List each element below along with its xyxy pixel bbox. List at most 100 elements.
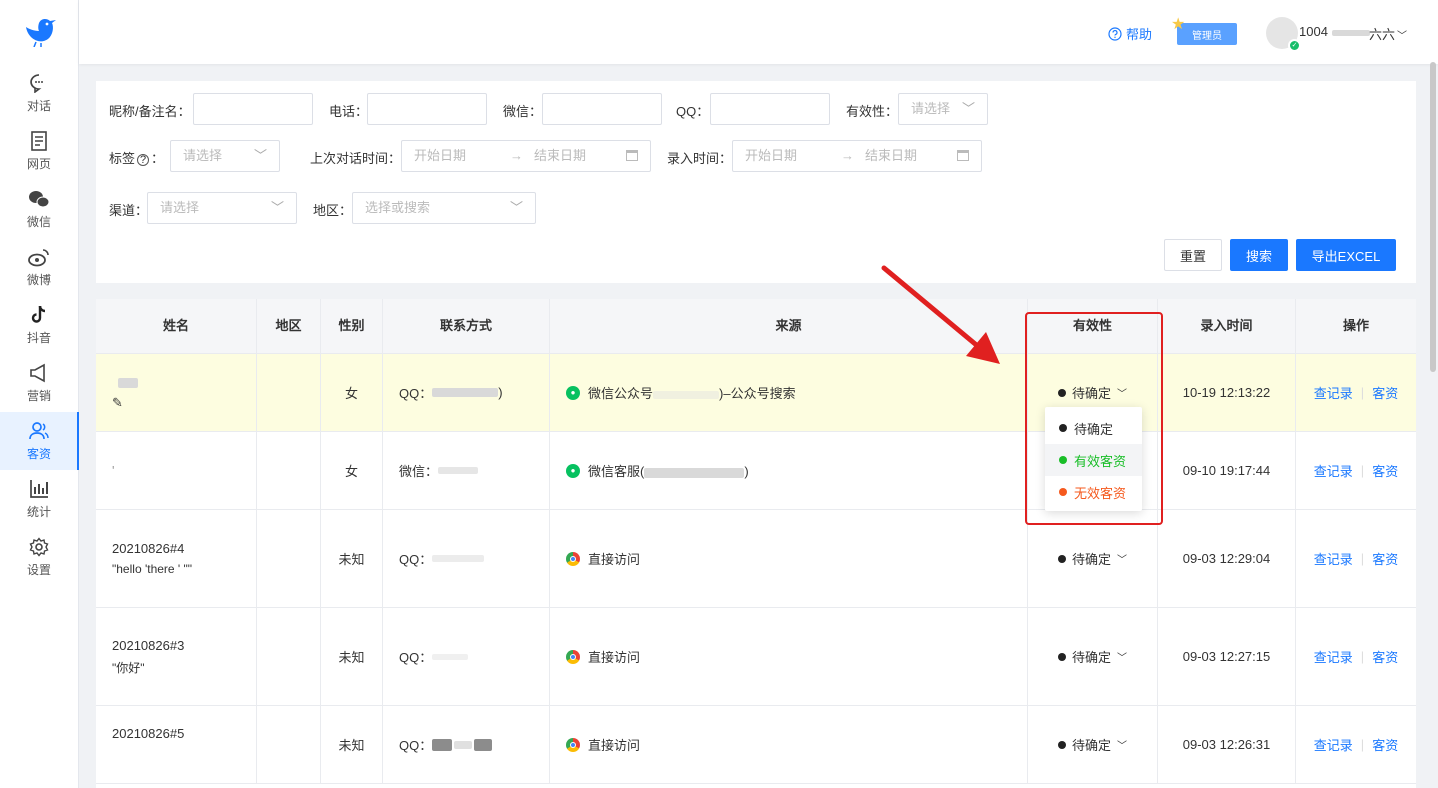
name-cell: 20210826#4 "hello 'there ' "" [96,510,257,607]
tag-select[interactable]: 请选择 ﹀ [170,140,280,172]
actions-cell: 查记录 | 客资 [1296,706,1416,783]
wechat-icon [28,188,50,210]
table-row[interactable]: 20210826#3 "你好" 未知 QQ： 直接访问 待确定 ﹀ 09-03 1… [96,607,1416,705]
chrome-icon [566,737,580,752]
chrome-icon [566,649,580,664]
table-row[interactable]: ✎ 女 QQ：) ● 微信公众号)–公众号搜索 待确定 ﹀ 10-19 12:13… [96,353,1416,431]
help-link[interactable]: 帮助 [1108,24,1152,43]
validity-dropdown-trigger[interactable]: 待确定 ﹀ [1057,647,1127,666]
avatar[interactable]: ✓ [1266,17,1301,52]
entry-time-label: 录入时间： [667,151,733,166]
last-chat-date-range[interactable]: 开始日期 → 结束日期 [401,140,651,172]
sidebar-item-webpage[interactable]: 网页 [0,122,78,180]
validity-select[interactable]: 请选择 ﹀ [898,93,988,125]
sidebar-item-douyin[interactable]: 抖音 [0,296,78,354]
filter-panel: 昵称/备注名： 电话： 微信： QQ： 有效性： 请选择 ﹀ 标签?： 请选择 … [96,81,1416,283]
customer-link[interactable]: 客资 [1372,461,1398,480]
validity-dropdown-trigger[interactable]: 待确定 ﹀ [1057,735,1127,754]
region-cell [257,510,321,607]
actions-cell: 查记录 | 客资 [1296,510,1416,607]
question-circle-icon [1108,26,1122,41]
edit-pencil-icon[interactable]: ✎ [112,395,123,411]
validity-cell: 待确定 ﹀ [1028,510,1158,607]
nickname-input[interactable] [193,93,313,125]
source-cell: ● 微信公众号)–公众号搜索 [550,354,1028,431]
view-records-link[interactable]: 查记录 [1314,735,1353,754]
chevron-down-icon: ﹀ [270,200,284,215]
contact-cell: QQ： [383,608,550,705]
option-invalid[interactable]: 无效客资 [1045,476,1142,508]
validity-dropdown-trigger[interactable]: 待确定 ﹀ [1057,383,1127,402]
table-row[interactable]: 20210826#5 未知 QQ： 直接访问 待确定 ﹀ 09-03 12:26:… [96,705,1416,783]
chat-icon [28,72,50,94]
column-header-entry-time: 录入时间 [1158,299,1296,353]
status-label: 待确定 [1071,650,1111,665]
option-pending[interactable]: 待确定 [1045,412,1142,444]
scrollbar[interactable] [1430,62,1436,372]
entry-time-cell: 09-10 19:17:44 [1158,432,1296,509]
channel-select[interactable]: 请选择 ﹀ [147,192,297,224]
validity-cell: 待确定 ﹀ [1028,608,1158,705]
name-cell: 20210826#3 "你好" [96,608,257,705]
option-valid[interactable]: 有效客资 [1045,444,1142,476]
arrow-right-icon: → [510,148,523,163]
view-records-link[interactable]: 查记录 [1314,549,1353,568]
name-cell: 20210826#5 [96,706,257,783]
actions-cell: 查记录 | 客资 [1296,354,1416,431]
customer-remark: "你好" [112,660,145,675]
chevron-down-icon: ﹀ [253,148,267,163]
sidebar-item-label: 抖音 [26,331,51,345]
search-button[interactable]: 搜索 [1230,239,1288,271]
contact-cell: QQ： [383,706,550,783]
table-row[interactable]: ' 女 微信： ● 微信客服() 09-10 19:17:44 查记录 | 客资 [96,431,1416,509]
gender-cell: 女 [321,432,383,509]
source-label: 直接访问 [588,552,641,567]
entry-time-cell: 09-03 12:26:31 [1158,706,1296,783]
sidebar-item-statistics[interactable]: 统计 [0,470,78,528]
user-menu[interactable]: 六六 ﹀ [1369,24,1407,43]
question-circle-icon[interactable]: ? [137,154,150,166]
customer-link[interactable]: 客资 [1372,735,1398,754]
customer-link[interactable]: 客资 [1372,383,1398,402]
gender-cell: 女 [321,354,383,431]
status-dot [1057,554,1066,563]
calendar-icon [626,150,638,161]
region-select[interactable]: 选择或搜索 ﹀ [352,192,536,224]
sidebar-item-weibo[interactable]: 微博 [0,238,78,296]
sidebar-item-marketing[interactable]: 营销 [0,354,78,412]
user-id: 1004 [1299,24,1370,39]
wechat-label: 微信： [503,104,543,119]
admin-badge-label: 管理员 [1192,30,1222,42]
chevron-down-icon: ﹀ [1117,389,1127,400]
customer-name: 20210826#4 [112,541,185,556]
reset-button[interactable]: 重置 [1164,239,1222,271]
validity-dropdown-trigger[interactable]: 待确定 ﹀ [1057,549,1127,568]
sidebar-item-settings[interactable]: 设置 [0,528,78,586]
customer-link[interactable]: 客资 [1372,647,1398,666]
wechat-input[interactable] [542,93,662,125]
phone-input[interactable] [367,93,487,125]
sidebar-item-label: 营销 [26,389,51,403]
table-row[interactable]: 20210826#4 "hello 'there ' "" 未知 QQ： 直接访… [96,509,1416,607]
view-records-link[interactable]: 查记录 [1314,461,1353,480]
sidebar-item-wechat[interactable]: 微信 [0,180,78,238]
online-check-icon: ✓ [1288,39,1301,52]
qq-input[interactable] [710,93,830,125]
sidebar-item-chat[interactable]: 对话 [0,64,78,122]
view-records-link[interactable]: 查记录 [1314,383,1353,402]
region-placeholder: 选择或搜索 [365,200,431,215]
wechat-icon: ● [566,463,580,478]
chevron-down-icon: ﹀ [1397,31,1408,42]
view-records-link[interactable]: 查记录 [1314,647,1353,666]
export-excel-button[interactable]: 导出EXCEL [1296,239,1396,271]
sidebar-item-customers[interactable]: 客资 [0,412,79,470]
qq-label: QQ： [676,104,710,119]
table-header: 姓名 地区 性别 联系方式 来源 有效性 录入时间 操作 [96,299,1416,353]
customer-link[interactable]: 客资 [1372,549,1398,568]
customer-name [112,374,138,389]
entry-date-range[interactable]: 开始日期 → 结束日期 [732,140,982,172]
source-label: 微信客服( [588,464,645,479]
start-date-placeholder: 开始日期 [414,148,467,163]
app-logo[interactable] [0,0,78,64]
help-label: 帮助 [1126,27,1153,42]
